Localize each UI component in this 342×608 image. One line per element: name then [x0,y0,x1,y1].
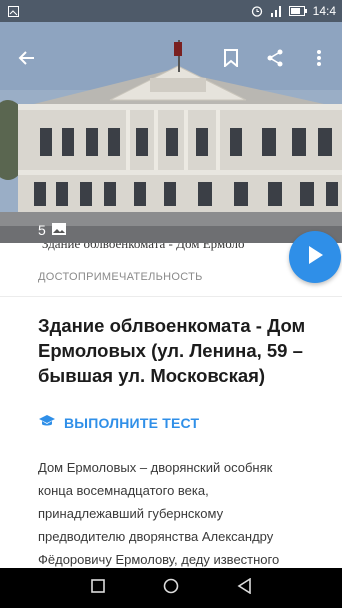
back-arrow-icon[interactable] [14,45,40,71]
description-text: Дом Ермоловых – дворянский особняк конца… [38,460,280,567]
app-toolbar [0,40,342,76]
signal-icon [269,5,283,17]
triangle-back-icon[interactable] [237,577,251,599]
take-quiz-link[interactable]: ВЫПОЛНИТЕ ТЕСТ [38,414,199,431]
image-caption-text: Здание облвоенкомата - Дом Ермоло [42,243,245,251]
status-bar: 14:4 [0,0,342,22]
system-nav-bar [0,568,342,608]
circle-home-icon[interactable] [163,578,179,599]
gallery-icon [51,222,66,238]
alarm-icon [251,5,263,17]
page-title: Здание облвоенкомата - Дом Ермоловых (ул… [38,315,306,386]
bookmark-icon[interactable] [218,45,244,71]
hero-photo[interactable] [0,0,342,248]
more-vert-icon[interactable] [306,45,332,71]
share-icon[interactable] [262,45,288,71]
building-photo [0,0,342,248]
square-recents-icon[interactable] [91,578,105,598]
photo-count-value: 5 [38,222,46,238]
take-quiz-label: ВЫПОЛНИТЕ ТЕСТ [64,414,200,431]
gallery-notification-icon [8,5,19,17]
graduation-cap-icon [38,414,56,431]
category-label: ДОСТОПРИМЕЧАТЕЛЬНОСТЬ [38,271,203,283]
play-icon [306,245,324,270]
divider [0,296,342,297]
clock: 14:4 [312,4,336,18]
battery-icon [288,6,307,16]
photo-count[interactable]: 5 [38,222,66,238]
play-button[interactable] [289,231,341,283]
